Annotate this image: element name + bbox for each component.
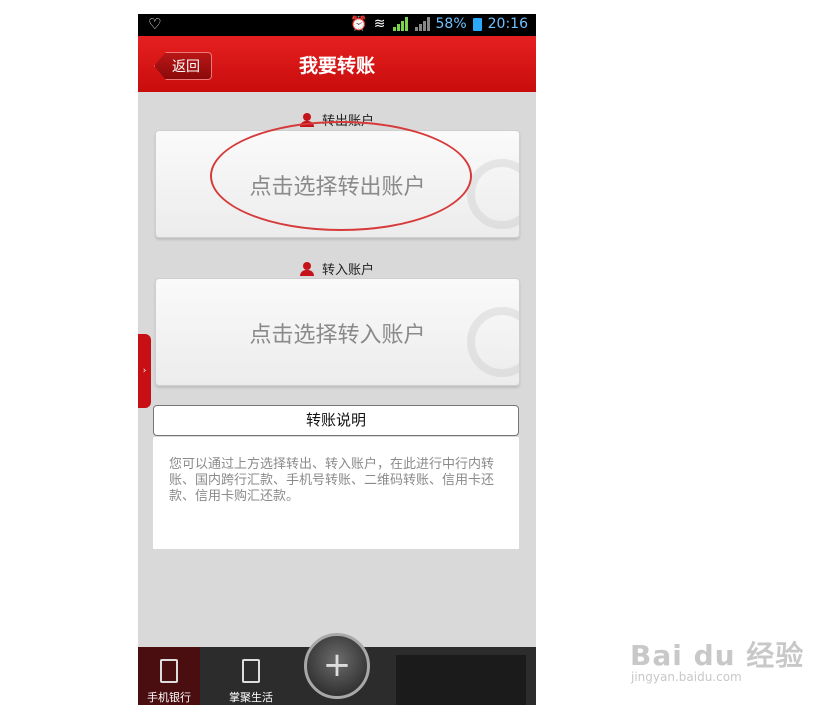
battery-icon (472, 17, 482, 31)
tab-mobile-banking-label: 手机银行 (147, 691, 191, 704)
transfer-info-title: 转账说明 (153, 405, 519, 436)
phone-bank-icon (160, 659, 178, 683)
transfer-info-text: 您可以通过上方选择转出、转入账户，在此进行中行内转账、国内跨行汇款、手机号转账、… (169, 457, 495, 504)
wifi-icon: ≋ (373, 16, 386, 32)
obscured-area (396, 655, 526, 705)
to-account-heading: 转入账户 (138, 259, 536, 278)
tab-mobile-banking[interactable]: 手机银行 (138, 647, 200, 705)
plus-icon: + (322, 645, 352, 685)
signal-icon (392, 17, 408, 31)
signal-icon-2 (414, 17, 430, 31)
battery-percent: 58% (435, 16, 467, 32)
phone-screen: ♡ ⏰ ≋ 58% 20:16 返回 我要转账 转出账户 点击选择转出账户 转入… (138, 14, 536, 705)
home-icon (242, 659, 260, 683)
transfer-info-panel: 您可以通过上方选择转出、转入账户，在此进行中行内转账、国内跨行汇款、手机号转账、… (153, 437, 519, 549)
to-account-placeholder: 点击选择转入账户 (249, 323, 426, 348)
page-title: 我要转账 (298, 55, 375, 77)
select-to-account-button[interactable]: 点击选择转入账户 (155, 278, 520, 386)
two-persons-icon (299, 261, 316, 276)
baidu-jingyan-logo: Bai du 经验 (630, 639, 805, 672)
clock: 20:16 (487, 16, 528, 32)
to-account-label: 转入账户 (321, 263, 374, 278)
tab-life[interactable]: 掌聚生活 (220, 647, 282, 705)
side-drawer-tab[interactable]: › (138, 334, 151, 408)
status-bar: ♡ ⏰ ≋ 58% 20:16 (138, 14, 536, 36)
alarm-icon: ⏰ (350, 16, 368, 32)
status-icons: ⏰ ≋ 58% 20:16 (350, 16, 528, 32)
add-button[interactable]: + (304, 633, 370, 699)
app-header: 返回 我要转账 (138, 36, 536, 92)
annotation-circle (210, 121, 472, 231)
tab-life-label: 掌聚生活 (229, 691, 273, 704)
bottom-nav: 手机银行 掌聚生活 + (138, 633, 536, 705)
v-shield-icon: ♡ (148, 15, 162, 33)
watermark-url: jingyan.baidu.com (631, 670, 742, 684)
